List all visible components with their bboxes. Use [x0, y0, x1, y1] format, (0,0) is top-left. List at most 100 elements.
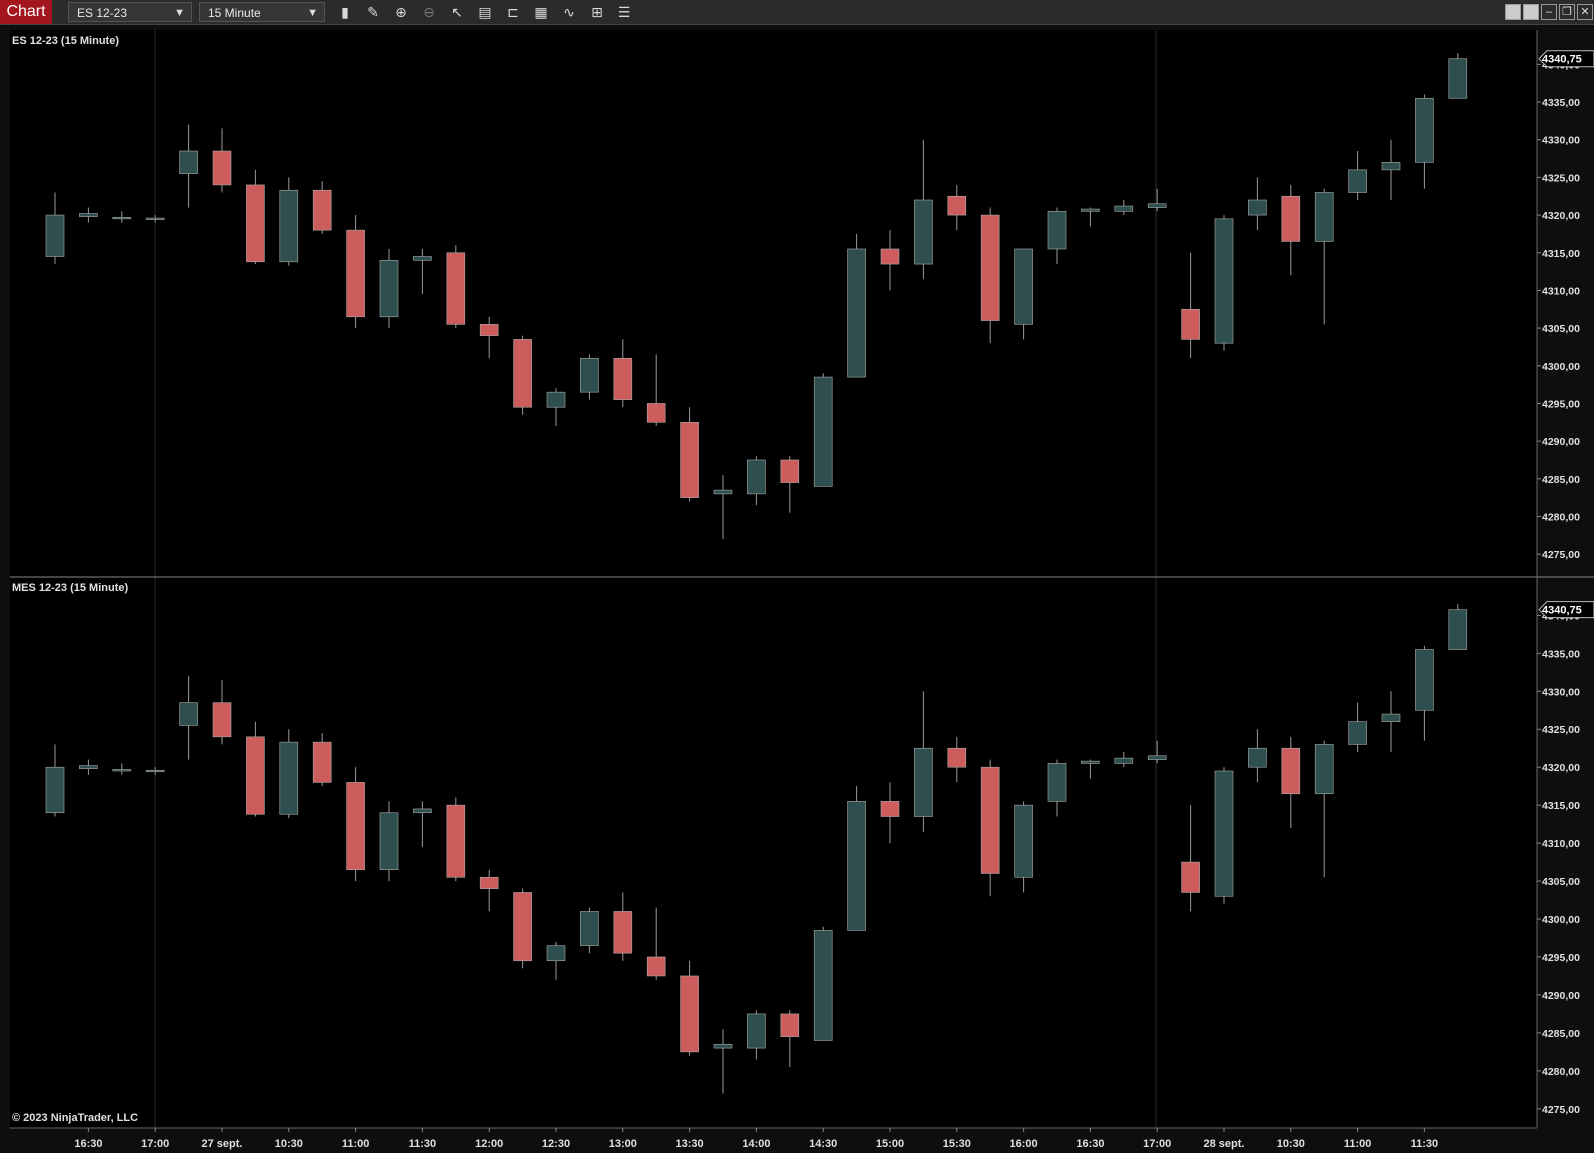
candle-body[interactable] [45, 766, 65, 814]
candle-body[interactable] [1181, 308, 1200, 340]
candle-body[interactable] [914, 747, 933, 817]
instrument-selector[interactable]: ES 12-23 ▼ [68, 2, 192, 22]
candle-body[interactable] [980, 214, 1000, 321]
drawing-pencil-icon[interactable]: ✎ [364, 3, 382, 21]
menu-list-icon[interactable]: ☰ [615, 3, 633, 21]
bar-type-icon[interactable]: ▮ [336, 3, 354, 21]
interval-selector[interactable]: 15 Minute ▼ [199, 2, 325, 22]
candle-body[interactable] [79, 765, 98, 770]
candle-body[interactable] [1415, 97, 1434, 163]
candle-body[interactable] [1314, 192, 1334, 242]
candle-body[interactable] [580, 911, 599, 946]
tile2-icon[interactable] [1523, 4, 1539, 20]
indicators-icon[interactable]: ∿ [560, 3, 578, 21]
candle-body[interactable] [1081, 208, 1100, 212]
candle-body[interactable] [346, 229, 365, 318]
candle-body[interactable] [1014, 248, 1033, 325]
candle-body[interactable] [1214, 770, 1234, 897]
candle-body[interactable] [312, 189, 332, 231]
candle-body[interactable] [1147, 755, 1167, 760]
candle-body[interactable] [646, 403, 666, 423]
candle-body[interactable] [880, 248, 900, 265]
candle-body[interactable] [379, 259, 399, 318]
plot-area[interactable] [10, 30, 1537, 577]
close-icon[interactable]: ✕ [1577, 4, 1593, 20]
candle-body[interactable] [446, 252, 466, 325]
candle-body[interactable] [179, 150, 198, 174]
candle-body[interactable] [780, 459, 800, 483]
candle-body[interactable] [212, 702, 232, 738]
candle-body[interactable] [1047, 211, 1067, 250]
data-box-icon[interactable]: ⊏ [504, 3, 522, 21]
candle-body[interactable] [747, 1013, 766, 1049]
candle-body[interactable] [780, 1013, 800, 1037]
candle-body[interactable] [1047, 763, 1067, 802]
candle-body[interactable] [1147, 203, 1167, 208]
candle-body[interactable] [1248, 747, 1267, 768]
candle-body[interactable] [580, 357, 599, 393]
candle-body[interactable] [914, 199, 933, 265]
tile-icon[interactable] [1505, 4, 1521, 20]
candle-body[interactable] [680, 421, 699, 498]
candle-body[interactable] [813, 930, 833, 1041]
strategies-icon[interactable]: ⊞ [588, 3, 606, 21]
properties-icon[interactable]: ▤ [476, 3, 494, 21]
candle-body[interactable] [613, 911, 633, 954]
candle-body[interactable] [1181, 861, 1200, 893]
candle-body[interactable] [279, 741, 299, 815]
chart-style-icon[interactable]: ▦ [532, 3, 550, 21]
candle-body[interactable] [713, 489, 733, 495]
candle-body[interactable] [179, 702, 198, 726]
candle-body[interactable] [680, 975, 699, 1053]
candle-body[interactable] [1014, 804, 1033, 878]
plot-area[interactable] [10, 577, 1537, 1128]
candle-body[interactable] [279, 189, 299, 263]
candle-body[interactable] [1348, 721, 1367, 745]
candle-body[interactable] [413, 808, 432, 814]
candle-body[interactable] [847, 801, 866, 931]
candle-body[interactable] [1214, 218, 1234, 344]
candle-body[interactable] [479, 876, 499, 889]
candle-body[interactable] [980, 766, 1000, 874]
candle-body[interactable] [880, 801, 900, 817]
zoom-out-icon[interactable]: ⊖ [420, 3, 438, 21]
chart-tab[interactable]: Chart [0, 0, 52, 24]
minimize-icon[interactable]: – [1541, 4, 1557, 20]
candle-body[interactable] [112, 217, 132, 220]
candle-body[interactable] [747, 459, 766, 495]
candle-body[interactable] [379, 812, 399, 870]
candle-body[interactable] [1415, 649, 1434, 711]
candle-body[interactable] [1281, 747, 1301, 795]
candle-body[interactable] [1381, 713, 1401, 722]
candle-body[interactable] [613, 357, 633, 400]
candle-body[interactable] [246, 184, 265, 263]
zoom-in-icon[interactable]: ⊕ [392, 3, 410, 21]
candle-body[interactable] [1114, 757, 1134, 764]
chart-canvas[interactable]: ES 12-23 (15 Minute) 4275,00 4280,00 4285,0… [0, 25, 1594, 1153]
candle-body[interactable] [546, 945, 566, 962]
candle-body[interactable] [947, 747, 967, 768]
candle-body[interactable] [513, 339, 532, 408]
candle-body[interactable] [112, 769, 132, 772]
candle-body[interactable] [1348, 169, 1367, 193]
candle-body[interactable] [79, 213, 98, 217]
candle-body[interactable] [145, 769, 165, 773]
candle-body[interactable] [646, 956, 666, 977]
candle-body[interactable] [246, 736, 265, 815]
candle-body[interactable] [1314, 744, 1334, 795]
candle-body[interactable] [1081, 760, 1100, 764]
pointer-icon[interactable]: ↖ [448, 3, 466, 21]
candle-body[interactable] [312, 741, 332, 783]
candle-body[interactable] [1248, 199, 1267, 216]
candle-body[interactable] [479, 324, 499, 336]
restore-icon[interactable]: ❐ [1559, 4, 1575, 20]
candle-body[interactable] [212, 150, 232, 186]
candle-body[interactable] [847, 248, 866, 378]
candle-body[interactable] [1448, 609, 1468, 650]
candle-body[interactable] [1281, 195, 1301, 242]
candle-body[interactable] [446, 804, 466, 878]
candle-body[interactable] [45, 214, 65, 257]
candle-body[interactable] [1381, 162, 1401, 171]
candle-body[interactable] [813, 376, 833, 487]
candle-body[interactable] [713, 1043, 733, 1049]
